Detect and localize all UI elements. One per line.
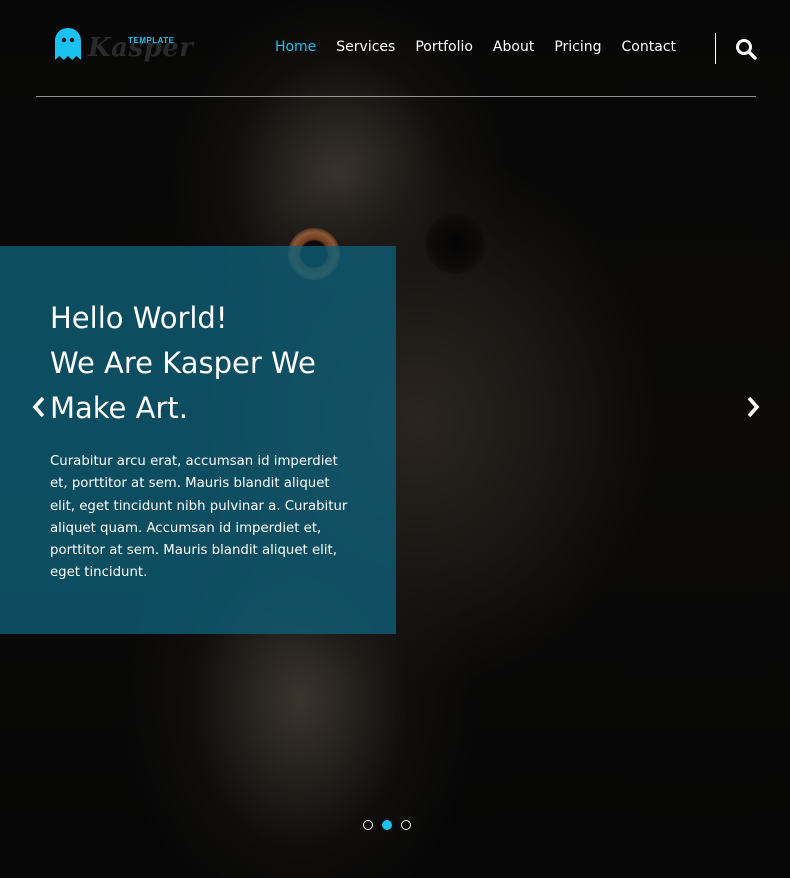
chevron-left-icon[interactable] xyxy=(30,395,48,419)
nav-item-about[interactable]: About xyxy=(493,39,534,55)
hero-headline-line-2: We Are Kasper We xyxy=(50,346,316,380)
hero-headline-line-1: Hello World! xyxy=(50,301,228,335)
slider-dot-1[interactable] xyxy=(363,820,373,830)
nav-item-home[interactable]: Home xyxy=(275,39,316,55)
hero-section: Kasper TEMPLATE Home Services Portfolio … xyxy=(0,0,790,878)
logo[interactable]: Kasper TEMPLATE xyxy=(54,27,193,69)
hero-headline: Hello World! We Are Kasper We Make Art. xyxy=(50,296,350,431)
slider-dots xyxy=(363,820,411,830)
chevron-right-icon[interactable] xyxy=(744,395,762,419)
nav-divider xyxy=(715,33,716,64)
nav-item-portfolio[interactable]: Portfolio xyxy=(415,39,473,55)
ghost-logo-icon xyxy=(55,28,81,60)
slider-dot-3[interactable] xyxy=(401,820,411,830)
navbar: Kasper TEMPLATE Home Services Portfolio … xyxy=(36,0,757,97)
logo-tag: TEMPLATE xyxy=(128,36,175,45)
nav-item-services[interactable]: Services xyxy=(336,39,395,55)
main-nav: Home Services Portfolio About Pricing Co… xyxy=(255,39,676,55)
nav-item-pricing[interactable]: Pricing xyxy=(554,39,601,55)
hero-headline-line-3: Make Art. xyxy=(50,391,188,425)
owl-eye-shadow xyxy=(425,212,487,274)
nav-item-contact[interactable]: Contact xyxy=(622,39,676,55)
slider-dot-2[interactable] xyxy=(382,820,392,830)
hero-body-text: Curabitur arcu erat, accumsan id imperdi… xyxy=(50,454,348,581)
search-icon[interactable] xyxy=(735,38,757,60)
